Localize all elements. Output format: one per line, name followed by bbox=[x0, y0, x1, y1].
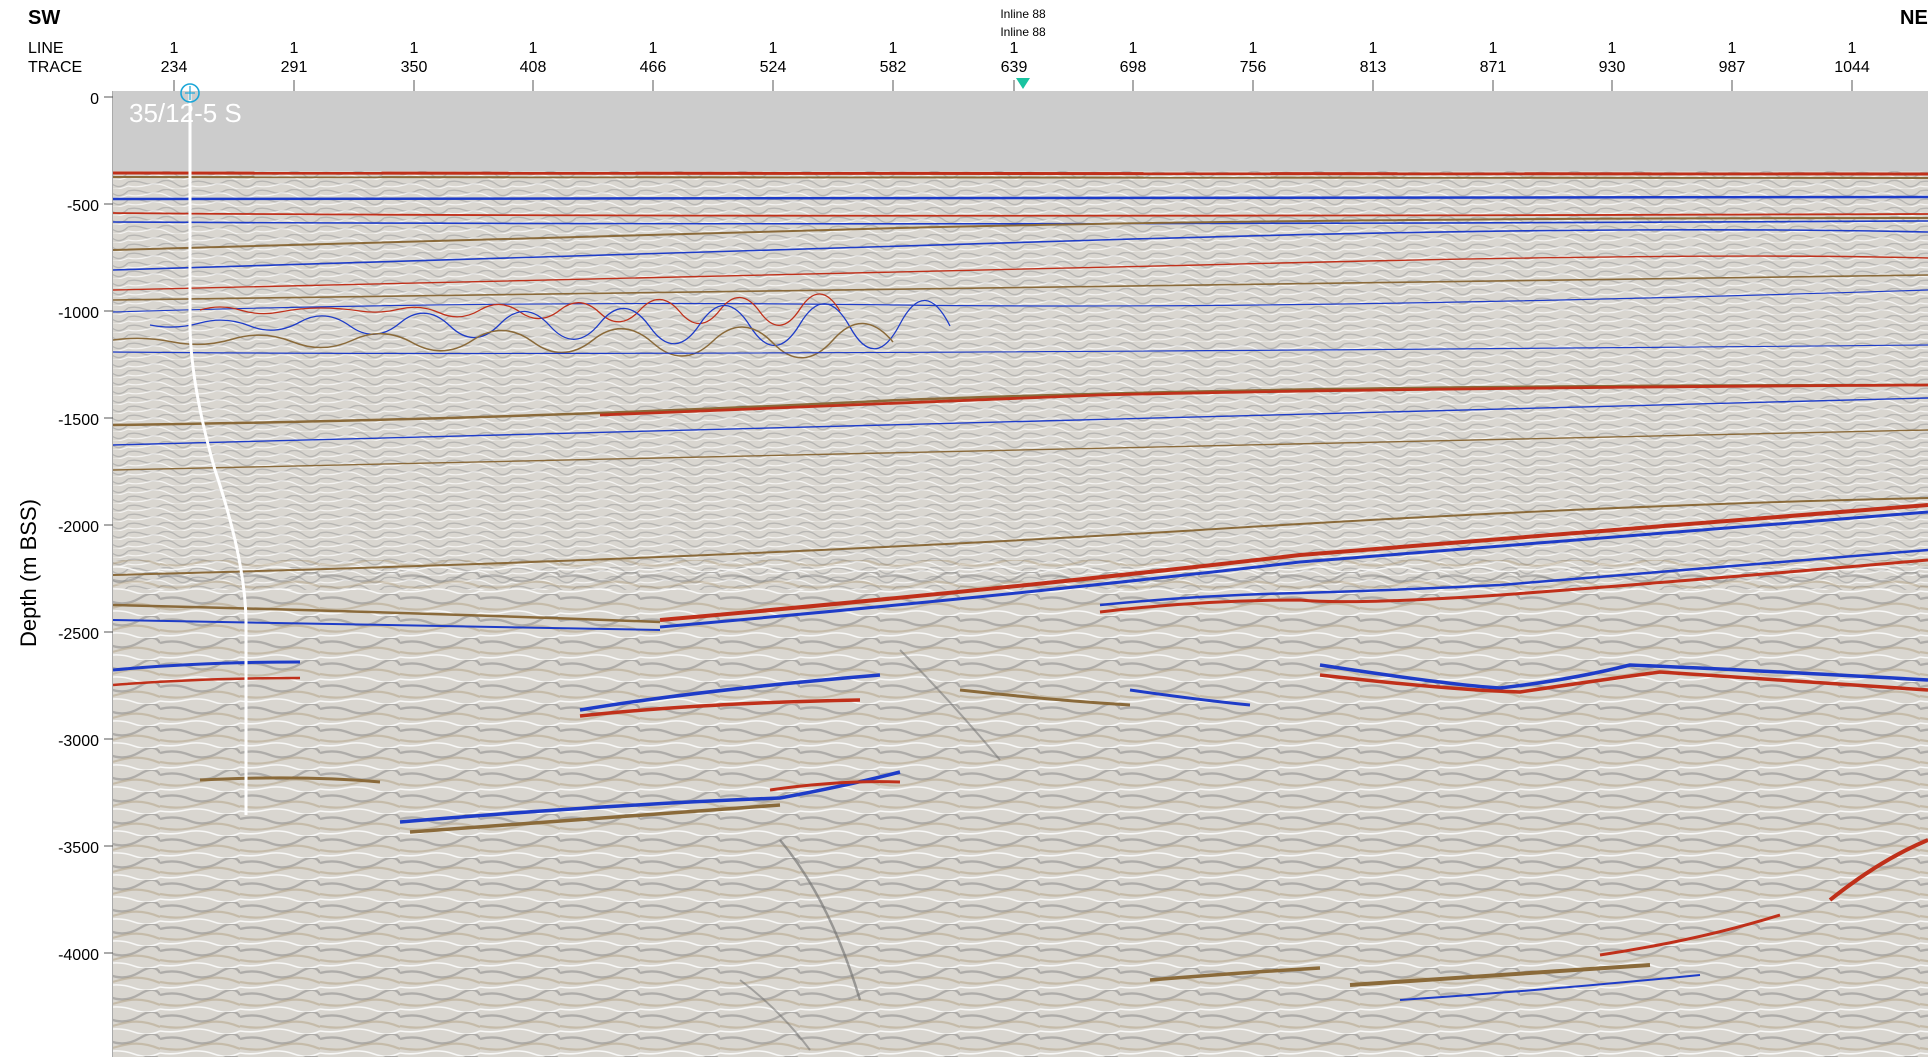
trace-number: 930 bbox=[1599, 59, 1626, 76]
row-label-trace: TRACE bbox=[28, 59, 82, 76]
depth-tick-label: -500 bbox=[67, 198, 99, 215]
direction-label-ne: NE bbox=[1900, 7, 1928, 29]
trace-number: 756 bbox=[1240, 59, 1267, 76]
trace-column: 1639 bbox=[1001, 40, 1028, 76]
trace-line-number: 1 bbox=[529, 40, 538, 57]
trace-header: 1234 1291 1350 1408 1466 1524 1582 1639 … bbox=[161, 40, 1870, 76]
trace-line-number: 1 bbox=[1608, 40, 1617, 57]
depth-axis: 0 -500 -1000 -1500 -2000 -2500 -3000 -35… bbox=[58, 91, 114, 1057]
trace-number: 813 bbox=[1360, 59, 1387, 76]
trace-number: 1044 bbox=[1834, 59, 1870, 76]
well-name-label: 35/12-5 S bbox=[129, 98, 242, 128]
depth-tick-label: -3500 bbox=[58, 840, 99, 857]
depth-tick-label: -2500 bbox=[58, 626, 99, 643]
trace-line-number: 1 bbox=[1010, 40, 1019, 57]
trace-column: 1350 bbox=[401, 40, 428, 76]
depth-tick-label: -3000 bbox=[58, 733, 99, 750]
trace-line-number: 1 bbox=[1848, 40, 1857, 57]
trace-line-number: 1 bbox=[769, 40, 778, 57]
trace-line-number: 1 bbox=[889, 40, 898, 57]
trace-column: 1291 bbox=[281, 40, 308, 76]
seismic-texture-coarse bbox=[113, 560, 1928, 1057]
trace-line-number: 1 bbox=[170, 40, 179, 57]
trace-number: 582 bbox=[880, 59, 907, 76]
trace-number: 466 bbox=[640, 59, 667, 76]
trace-line-number: 1 bbox=[1129, 40, 1138, 57]
trace-column: 1813 bbox=[1360, 40, 1387, 76]
trace-line-number: 1 bbox=[1249, 40, 1258, 57]
trace-column: 1 1044 bbox=[1834, 40, 1870, 76]
trace-column: 1698 bbox=[1120, 40, 1147, 76]
trace-column: 1756 bbox=[1240, 40, 1267, 76]
trace-column: 1408 bbox=[520, 40, 547, 76]
trace-number: 291 bbox=[281, 59, 308, 76]
inline-label-2: Inline 88 bbox=[1000, 25, 1046, 39]
direction-label-sw: SW bbox=[28, 7, 60, 29]
trace-line-number: 1 bbox=[1369, 40, 1378, 57]
top-tick-marks bbox=[173, 80, 1853, 91]
trace-column: 1930 bbox=[1599, 40, 1626, 76]
trace-column: 1466 bbox=[640, 40, 667, 76]
seismic-panel[interactable] bbox=[113, 91, 1928, 1057]
trace-column: 1524 bbox=[760, 40, 787, 76]
trace-number: 639 bbox=[1001, 59, 1028, 76]
row-label-line: LINE bbox=[28, 40, 64, 57]
seismic-section-view: SW NE LINE TRACE Inline 88 Inline 88 123… bbox=[16, 7, 1928, 1057]
trace-number: 871 bbox=[1480, 59, 1507, 76]
inline-marker-icon[interactable] bbox=[1016, 78, 1030, 89]
depth-tick-label: -1500 bbox=[58, 412, 99, 429]
trace-line-number: 1 bbox=[410, 40, 419, 57]
trace-column: 1987 bbox=[1719, 40, 1746, 76]
trace-column: 1582 bbox=[880, 40, 907, 76]
depth-tick-label: -1000 bbox=[58, 305, 99, 322]
trace-line-number: 1 bbox=[649, 40, 658, 57]
trace-number: 350 bbox=[401, 59, 428, 76]
depth-tick-label: -2000 bbox=[58, 519, 99, 536]
trace-column: 1234 bbox=[161, 40, 188, 76]
trace-column: 1871 bbox=[1480, 40, 1507, 76]
depth-tick-label: -4000 bbox=[58, 947, 99, 964]
depth-axis-title: Depth (m BSS) bbox=[16, 499, 41, 647]
depth-tick-label: 0 bbox=[90, 91, 99, 108]
trace-line-number: 1 bbox=[290, 40, 299, 57]
trace-number: 524 bbox=[760, 59, 787, 76]
water-column bbox=[113, 91, 1928, 171]
inline-label-1: Inline 88 bbox=[1000, 7, 1046, 21]
trace-line-number: 1 bbox=[1728, 40, 1737, 57]
trace-number: 698 bbox=[1120, 59, 1147, 76]
trace-number: 987 bbox=[1719, 59, 1746, 76]
trace-number: 408 bbox=[520, 59, 547, 76]
trace-line-number: 1 bbox=[1489, 40, 1498, 57]
trace-number: 234 bbox=[161, 59, 188, 76]
